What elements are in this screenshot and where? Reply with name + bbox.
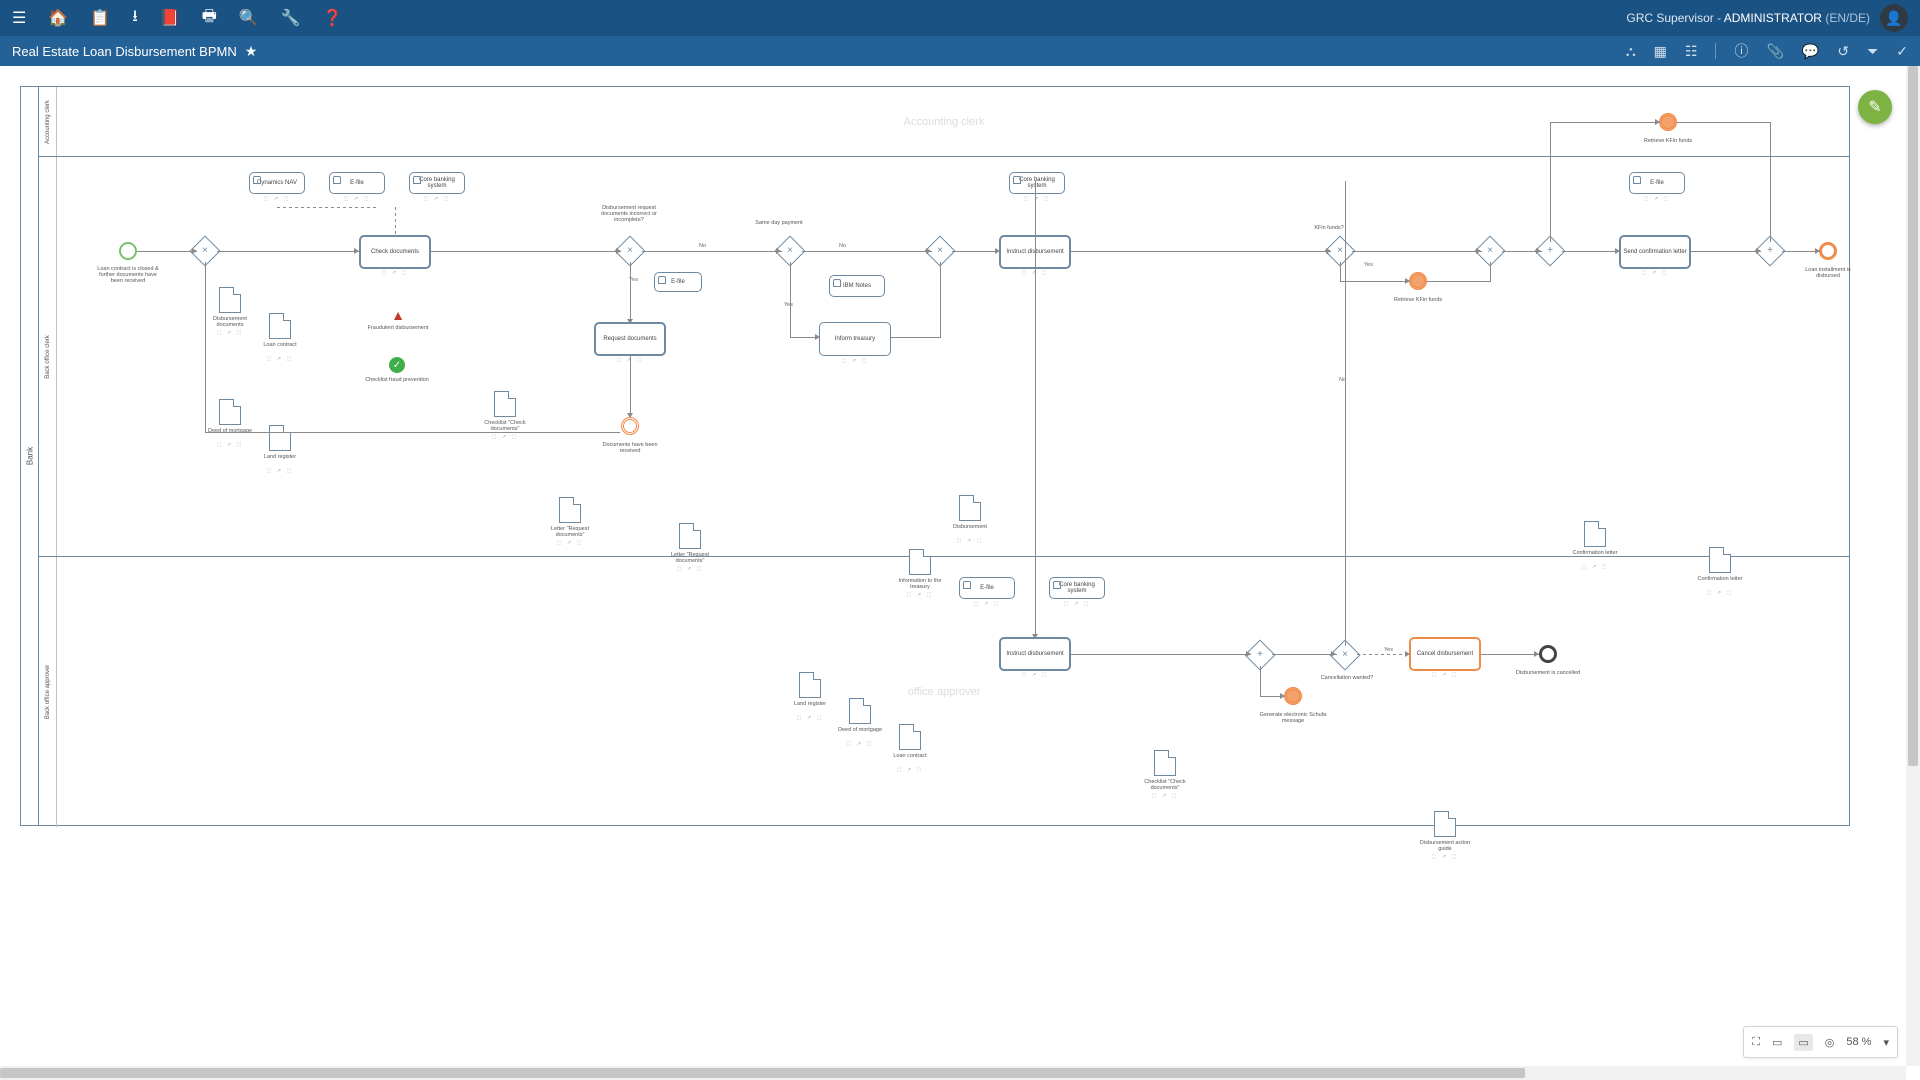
data-land-register-2[interactable]: Land register⬚ ↗ ⬚ <box>799 672 821 698</box>
event-retrieve-kfin[interactable]: Retrieve KFin funds <box>1409 272 1427 290</box>
task-send-confirmation[interactable]: Send confirmation letter⬚ ↗ ⬚ <box>1619 235 1691 269</box>
sub-toolbar: Real Estate Loan Disbursement BPMN ★ ⛬ ▦… <box>0 36 1920 66</box>
data-deed-mortgage-2[interactable]: Deed of mortgage⬚ ↗ ⬚ <box>849 698 871 724</box>
filter-icon[interactable]: ⏷ <box>1867 43 1878 60</box>
datastore-efile[interactable]: E-file⬚ ↗ ⬚ <box>329 172 385 194</box>
gateway-label-kfin: KFin funds? <box>1299 225 1359 231</box>
fit-width-icon[interactable]: ▭ <box>1772 1036 1782 1049</box>
avatar[interactable]: 👤 <box>1880 4 1908 32</box>
event-gen-schufa[interactable]: Generate electronic Schufa message <box>1284 687 1302 705</box>
locate-icon[interactable]: ◎ <box>1825 1036 1835 1049</box>
wrench-icon[interactable]: 🔧 <box>281 8 301 28</box>
bpmn-pool: Bank Accounting clerk Accounting clerk R… <box>20 86 1850 826</box>
fit-page-icon[interactable]: ▭ <box>1794 1034 1812 1051</box>
page-title: Real Estate Loan Disbursement BPMN <box>12 44 237 59</box>
horizontal-scrollbar[interactable] <box>0 1066 1906 1080</box>
attach-icon[interactable]: 📎 <box>1766 43 1783 60</box>
zoom-toolbar: ⛶ ▭ ▭ ◎ 58 % ▾ <box>1743 1026 1898 1058</box>
data-checklist-2[interactable]: Checklist "Check documents"⬚ ↗ ⬚ <box>1154 750 1176 776</box>
zoom-level[interactable]: 58 % <box>1846 1036 1871 1048</box>
task-inform-treasury[interactable]: Inform treasury⬚ ↗ ⬚ <box>819 322 891 356</box>
gateway-label-cancel: Cancellation wanted? <box>1317 675 1377 681</box>
gateway-label: Disbursement request documents incorrect… <box>599 205 659 223</box>
datastore-efile2[interactable]: E-file <box>654 272 702 292</box>
datastore-corebank3[interactable]: Core banking system⬚ ↗ ⬚ <box>1049 577 1105 599</box>
event-start[interactable]: Loan contract is closed & further docume… <box>119 242 137 260</box>
data-disb-guide[interactable]: Disbursement action guide⬚ ↗ ⬚ <box>1434 811 1456 837</box>
data-letter-req2[interactable]: Letter "Request documents"⬚ ↗ ⬚ <box>679 523 701 549</box>
task-check-documents[interactable]: Check documents⬚ ↗ ⬚ <box>359 235 431 269</box>
vertical-scrollbar[interactable] <box>1906 66 1920 1066</box>
lane-watermark: Accounting clerk <box>904 116 985 128</box>
diagram-canvas[interactable]: Bank Accounting clerk Accounting clerk R… <box>0 66 1920 1066</box>
pool-header: Bank <box>21 87 39 825</box>
user-info: GRC Supervisor - ADMINISTRATOR (EN/DE) <box>1626 11 1870 25</box>
book-icon[interactable]: 📕 <box>160 8 180 28</box>
toolbar-left-icons: ☰ 🏠 📋 ⭳ 📕 🖶 🔍 🔧 ❓ <box>12 5 343 32</box>
fullscreen-icon[interactable]: ⛶ <box>1752 1036 1760 1049</box>
gateway-label-sameday: Same day payment <box>749 220 809 226</box>
control-icon[interactable]: ✓Checklist fraud prevention <box>389 357 405 373</box>
print-icon[interactable]: 🖶 <box>202 5 217 32</box>
event-retrieve-kfin-top[interactable]: Retrieve KFin funds <box>1659 113 1677 131</box>
data-deed-mortgage[interactable]: Deed of mortgage⬚ ↗ ⬚ <box>219 399 241 425</box>
check-icon[interactable]: ✓ <box>1896 43 1908 60</box>
info-icon[interactable]: ⓘ <box>1734 41 1748 61</box>
task-instruct-disbursement-2[interactable]: Instruct disbursement⬚ ↗ ⬚ <box>999 637 1071 671</box>
favorite-icon[interactable]: ★ <box>245 43 258 60</box>
data-disbursement-docs[interactable]: Disbursement documents⬚ ↗ ⬚ <box>219 287 241 313</box>
sub-right-icons: ⛬ ▦ ☷ ⓘ 📎 💬 ↺ ⏷ ✓ <box>1626 41 1908 61</box>
download-icon[interactable]: ⭳ <box>132 5 138 32</box>
list-icon[interactable]: ☷ <box>1685 43 1698 60</box>
lane-backoffice-clerk: Back office clerk Dynamics NAV⬚ ↗ ⬚ E-fi… <box>39 157 1849 557</box>
event-docs-received[interactable]: Documents have been received <box>621 417 639 435</box>
datastore-efile3[interactable]: E-file⬚ ↗ ⬚ <box>959 577 1015 599</box>
datastore-corebank[interactable]: Core banking system⬚ ↗ ⬚ <box>409 172 465 194</box>
data-land-register[interactable]: Land register⬚ ↗ ⬚ <box>269 425 291 451</box>
comment-icon[interactable]: 💬 <box>1802 43 1819 60</box>
risk-icon[interactable]: ▲Fraudulent disbursement <box>389 307 407 323</box>
event-end-cancelled[interactable]: Disbursement is cancelled <box>1539 645 1557 663</box>
grid-icon[interactable]: ▦ <box>1654 43 1667 60</box>
datastore-dynamics[interactable]: Dynamics NAV⬚ ↗ ⬚ <box>249 172 305 194</box>
data-conf-letter1[interactable]: Confirmation letter⬚ ↗ ⬚ <box>1584 521 1606 547</box>
top-toolbar: ☰ 🏠 📋 ⭳ 📕 🖶 🔍 🔧 ❓ GRC Supervisor - ADMIN… <box>0 0 1920 36</box>
chevron-down-icon[interactable]: ▾ <box>1883 1036 1889 1049</box>
clipboard-icon[interactable]: 📋 <box>90 8 110 28</box>
task-cancel-disbursement[interactable]: Cancel disbursement⬚ ↗ ⬚ <box>1409 637 1481 671</box>
task-request-documents[interactable]: Request documents⬚ ↗ ⬚ <box>594 322 666 356</box>
menu-icon[interactable]: ☰ <box>12 8 26 28</box>
data-loan-contract[interactable]: Loan contract⬚ ↗ ⬚ <box>269 313 291 339</box>
hierarchy-icon[interactable]: ⛬ <box>1626 43 1636 60</box>
edit-fab[interactable]: ✎ <box>1858 90 1892 124</box>
lane-watermark-3: office approver <box>908 686 981 698</box>
home-icon[interactable]: 🏠 <box>48 8 68 28</box>
datastore-efile4[interactable]: E-file⬚ ↗ ⬚ <box>1629 172 1685 194</box>
data-checklist[interactable]: Checklist "Check documents"⬚ ↗ ⬚ <box>494 391 516 417</box>
data-letter-req1[interactable]: Letter "Request documents"⬚ ↗ ⬚ <box>559 497 581 523</box>
lane-backoffice-approver: Back office approver office approver E-f… <box>39 557 1849 827</box>
divider <box>1715 43 1716 59</box>
history-icon[interactable]: ↺ <box>1837 43 1849 60</box>
search-icon[interactable]: 🔍 <box>239 8 259 28</box>
help-icon[interactable]: ❓ <box>323 8 343 28</box>
data-disbursement[interactable]: Disbursement⬚ ↗ ⬚ <box>959 495 981 521</box>
datastore-corebank2[interactable]: Core banking system⬚ ↗ ⬚ <box>1009 172 1065 194</box>
data-loan-contract-2[interactable]: Loan contract⬚ ↗ ⬚ <box>899 724 921 750</box>
event-end-disbursed[interactable]: Loan installment is disbursed <box>1819 242 1837 260</box>
datastore-ibmnotes[interactable]: IBM Notes <box>829 275 885 297</box>
